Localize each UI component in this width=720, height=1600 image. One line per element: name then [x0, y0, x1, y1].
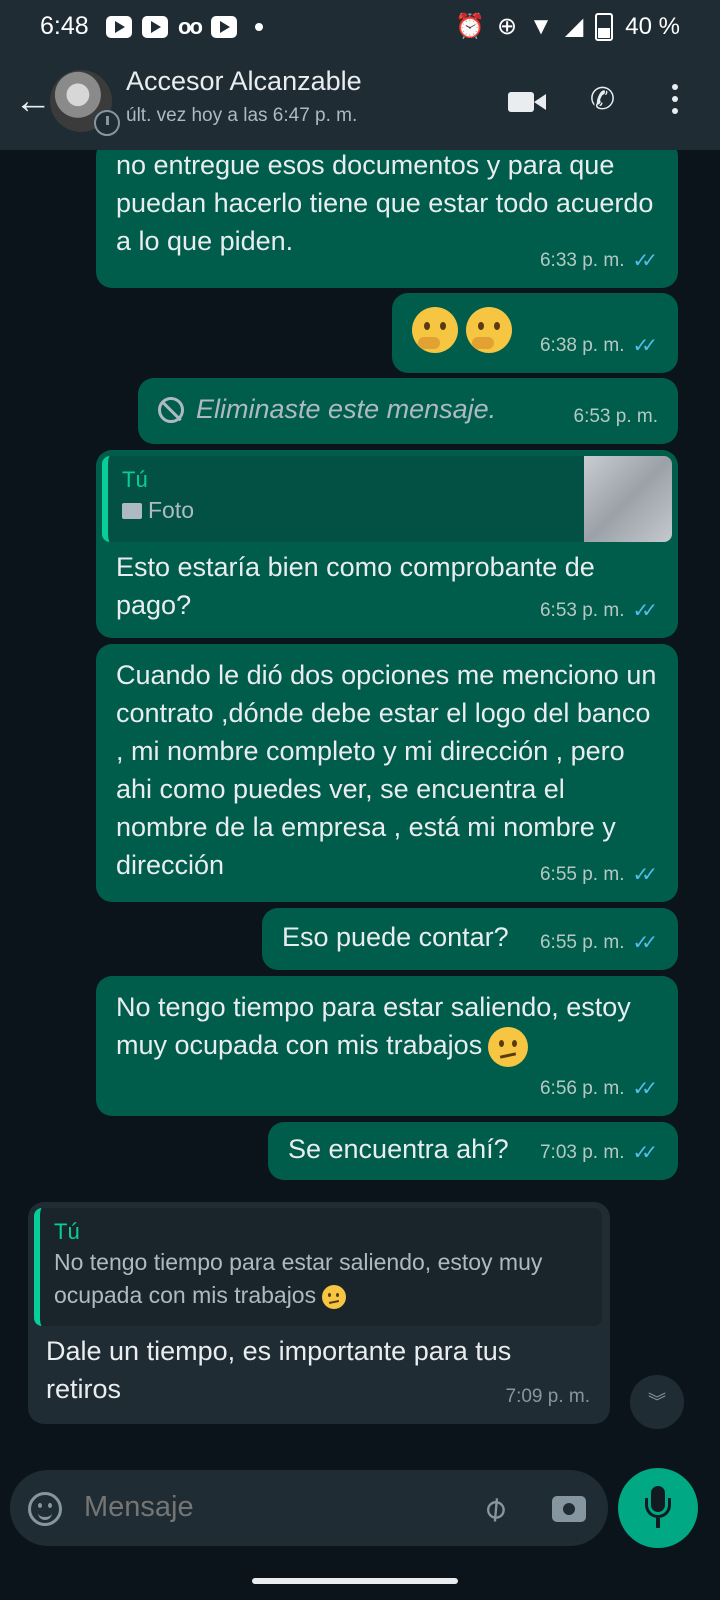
message-list[interactable]: no entregue esos documentos y para que p… — [0, 150, 720, 1460]
message-text: Cuando le dió dos opciones me menciono u… — [116, 660, 657, 880]
message-meta: 6:56 p. m. ✓✓ — [540, 1070, 658, 1108]
read-ticks-icon: ✓✓ — [632, 1142, 657, 1164]
status-bar: 6:48 oo ⏰ ⊕ ▼ ◢ 40 % — [0, 0, 720, 52]
message-bubble[interactable]: Cuando le dió dos opciones me menciono u… — [96, 644, 678, 902]
confused-face-emoji-icon — [488, 1026, 529, 1067]
youtube-icon — [142, 16, 168, 38]
battery-icon — [595, 12, 614, 41]
message-meta: 6:53 p. m. ✓✓ — [540, 592, 658, 630]
photo-icon — [122, 503, 142, 519]
message-time: 6:55 p. m. — [539, 932, 625, 953]
voice-message-button[interactable] — [618, 1468, 698, 1548]
data-saver-icon: ⊕ — [496, 13, 518, 40]
message-meta: 7:09 p. m. — [506, 1378, 591, 1416]
quoted-message[interactable]: Tú No tengo tiempo para estar saliendo, … — [34, 1208, 602, 1326]
message-meta: 6:55 p. m. ✓✓ — [540, 856, 658, 894]
message-time: 7:03 p. m. — [539, 1142, 625, 1163]
message-meta: 6:38 p. m. ✓✓ — [540, 327, 658, 365]
thinking-face-emoji-icon — [412, 307, 458, 353]
message-text: Se encuentra ahí? — [288, 1134, 509, 1164]
deleted-message-bubble[interactable]: Eliminaste este mensaje. 6:53 p. m. — [138, 378, 678, 444]
message-bubble[interactable]: Tú No tengo tiempo para estar saliendo, … — [28, 1202, 610, 1424]
read-ticks-icon: ✓✓ — [632, 600, 657, 622]
photo-thumbnail — [584, 456, 672, 542]
signal-icon: ◢ — [564, 13, 584, 40]
read-ticks-icon: ✓✓ — [632, 932, 657, 954]
attach-icon[interactable]: ⌀ — [474, 1486, 515, 1530]
message-meta: 6:53 p. m. — [574, 398, 659, 436]
message-bubble[interactable]: Eso puede contar? 6:55 p. m. ✓✓ — [262, 908, 678, 970]
microphone-icon-base — [656, 1518, 660, 1528]
message-composer: ⌀ — [10, 1470, 608, 1546]
message-time: 6:53 p. m. — [539, 600, 625, 621]
message-time: 6:38 p. m. — [539, 335, 625, 356]
message-input[interactable] — [82, 1490, 466, 1525]
thinking-face-emoji-icon — [466, 307, 512, 353]
youtube-icon — [106, 16, 132, 38]
message-bubble[interactable]: No tengo tiempo para estar saliendo, est… — [96, 976, 678, 1116]
more-notifications-dot — [254, 23, 263, 31]
message-meta: 6:55 p. m. ✓✓ — [540, 924, 658, 962]
message-bubble[interactable]: Se encuentra ahí? 7:03 p. m. ✓✓ — [268, 1122, 678, 1180]
contact-avatar[interactable] — [50, 70, 120, 136]
contact-name: Accesor Alcanzable — [126, 66, 362, 96]
message-meta: 7:03 p. m. ✓✓ — [540, 1134, 658, 1172]
quoted-text: No tengo tiempo para estar saliendo, est… — [54, 1249, 543, 1309]
chevron-down-icon: ︾ — [648, 1392, 666, 1412]
status-time: 6:48 — [40, 12, 89, 40]
message-time: 6:53 p. m. — [573, 406, 659, 427]
message-meta: 6:33 p. m. ✓✓ — [540, 242, 658, 280]
voicemail-icon: oo — [178, 14, 203, 39]
last-seen-status: últ. vez hoy a las 6:47 p. m. — [126, 105, 358, 126]
quoted-text: Foto — [122, 494, 658, 527]
camera-icon[interactable] — [552, 1496, 586, 1522]
back-arrow-icon[interactable]: ← — [14, 82, 52, 120]
read-ticks-icon: ✓✓ — [632, 335, 657, 357]
message-time: 7:09 p. m. — [505, 1386, 591, 1407]
message-bubble[interactable]: 6:38 p. m. ✓✓ — [392, 293, 678, 373]
scroll-to-bottom-button[interactable]: ︾ — [630, 1375, 684, 1429]
disappearing-messages-icon — [94, 110, 120, 136]
contact-info[interactable]: Accesor Alcanzable últ. vez hoy a las 6:… — [126, 66, 362, 127]
confused-face-emoji-icon — [322, 1284, 347, 1309]
system-icons: ⏰ ⊕ ▼ ◢ 40 % — [455, 12, 680, 41]
read-ticks-icon: ✓✓ — [632, 1078, 657, 1100]
read-ticks-icon: ✓✓ — [632, 864, 657, 886]
message-bubble[interactable]: no entregue esos documentos y para que p… — [96, 150, 678, 288]
chat-header: ← Accesor Alcanzable últ. vez hoy a las … — [0, 52, 720, 150]
message-bubble[interactable]: Tú Foto Esto estaría bien como comproban… — [96, 450, 678, 638]
message-time: 6:56 p. m. — [539, 1078, 625, 1099]
app-notification-icon — [210, 16, 237, 38]
battery-level: 40 % — [625, 12, 680, 40]
emoji-icon[interactable] — [28, 1492, 62, 1526]
message-text: Eso puede contar? — [282, 922, 509, 952]
wifi-icon: ▼ — [529, 12, 553, 40]
more-options-icon[interactable] — [672, 84, 678, 120]
message-time: 6:55 p. m. — [539, 864, 625, 885]
quoted-author: Tú — [122, 467, 148, 492]
message-time: 6:33 p. m. — [539, 250, 625, 271]
alarm-icon: ⏰ — [455, 13, 485, 40]
read-ticks-icon: ✓✓ — [632, 250, 657, 272]
quoted-message[interactable]: Tú Foto — [102, 456, 672, 542]
deleted-message-text: Eliminaste este mensaje. — [196, 394, 497, 424]
voice-call-icon[interactable]: ✆ — [590, 82, 615, 117]
microphone-icon-stand — [645, 1498, 671, 1518]
quoted-author: Tú — [54, 1219, 80, 1244]
deleted-message-icon — [158, 397, 184, 423]
video-call-icon[interactable] — [508, 92, 546, 112]
gesture-navigation-bar[interactable] — [252, 1578, 458, 1584]
notification-icons: oo — [106, 14, 263, 40]
message-text: No tengo tiempo para estar saliendo, est… — [116, 988, 661, 1067]
